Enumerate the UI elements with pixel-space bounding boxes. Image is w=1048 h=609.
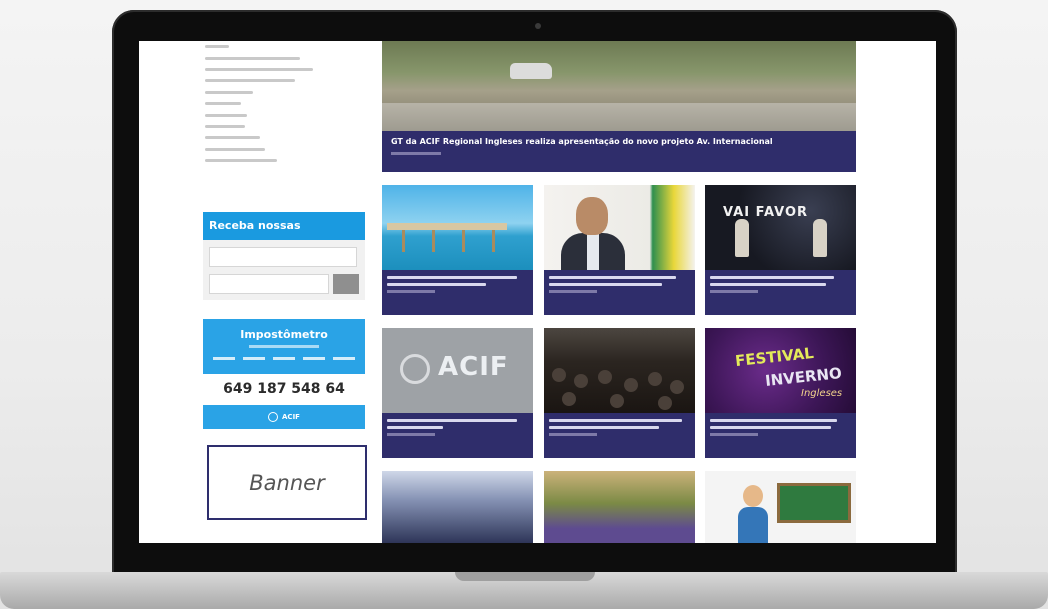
period-tab[interactable] [333, 357, 355, 360]
category-link[interactable] [205, 52, 365, 63]
card-caption [382, 270, 533, 315]
website-screen: Receba nossas novidades Impostômetro 649… [139, 41, 936, 543]
category-list [205, 41, 365, 166]
festival-script: Ingleses [801, 388, 843, 399]
category-label [205, 79, 295, 83]
card-caption [705, 413, 856, 458]
category-label [205, 136, 260, 140]
period-tab[interactable] [273, 357, 295, 360]
category-link[interactable] [205, 109, 365, 120]
festival-title: FESTIVAL [734, 343, 815, 371]
cartoon-teacher-image [705, 471, 856, 543]
category-label [205, 124, 245, 128]
impostometro-subtitle [249, 345, 319, 348]
acif-wordmark: ACIF [438, 352, 509, 382]
hero-date [391, 152, 441, 155]
period-tab[interactable] [303, 357, 325, 360]
category-link[interactable] [205, 121, 365, 132]
festival-subtitle: INVERNO [764, 364, 843, 390]
acif-emblem-icon [400, 354, 430, 384]
news-grid: GT da ACIF Regional Ingleses realiza apr… [382, 41, 856, 543]
category-label [205, 102, 241, 106]
impostometro-widget[interactable]: Impostômetro [203, 319, 365, 374]
category-label [205, 45, 229, 49]
category-link[interactable] [205, 41, 365, 52]
classroom-photo [382, 471, 533, 543]
laptop-base [0, 572, 1048, 609]
car-graphic [510, 63, 552, 79]
category-link[interactable] [205, 64, 365, 75]
category-link[interactable] [205, 75, 365, 86]
period-tab[interactable] [213, 357, 235, 360]
category-label [205, 56, 300, 60]
festival-poster: FESTIVAL INVERNO Ingleses [705, 328, 856, 413]
group-photo [544, 471, 695, 543]
pier-photo [382, 185, 533, 270]
category-label [205, 90, 253, 94]
news-card[interactable] [382, 471, 533, 543]
stage-photo: VAI FAVOR [705, 185, 856, 270]
acif-logo-icon [268, 412, 279, 422]
impostometro-counter: 649 187 548 64 [223, 381, 345, 397]
category-link[interactable] [205, 132, 365, 143]
card-caption [382, 413, 533, 458]
trackpad-notch [455, 572, 595, 581]
newsletter-email-input[interactable] [209, 247, 357, 267]
news-card[interactable]: VAI FAVOR [705, 185, 856, 315]
category-label [205, 147, 265, 151]
news-card[interactable] [544, 185, 695, 315]
category-label [205, 159, 277, 163]
category-link[interactable] [205, 87, 365, 98]
newsletter-submit-button[interactable] [333, 274, 359, 294]
category-link[interactable] [205, 144, 365, 155]
hero-caption: GT da ACIF Regional Ingleses realiza apr… [382, 131, 856, 172]
stage-text: VAI FAVOR [723, 205, 809, 220]
portrait-photo [544, 185, 695, 270]
news-card[interactable] [382, 185, 533, 315]
hero-news[interactable]: GT da ACIF Regional Ingleses realiza apr… [382, 41, 856, 172]
acif-button[interactable]: ACIF [203, 405, 365, 429]
period-tab[interactable] [243, 357, 265, 360]
news-card[interactable] [705, 471, 856, 543]
hero-image [382, 41, 856, 131]
camera-icon [535, 23, 541, 29]
category-link[interactable] [205, 98, 365, 109]
audience-photo [544, 328, 695, 413]
card-caption [705, 270, 856, 315]
newsletter-title: Receba nossas novidades [203, 212, 365, 260]
impostometro-title: Impostômetro [240, 328, 328, 341]
chalkboard-graphic [777, 483, 851, 523]
category-link[interactable] [205, 155, 365, 166]
card-caption [544, 270, 695, 315]
news-card[interactable] [544, 471, 695, 543]
card-caption [544, 413, 695, 458]
category-label [205, 67, 313, 71]
news-card[interactable] [544, 328, 695, 458]
acif-button-label: ACIF [282, 413, 300, 421]
road-graphic [382, 103, 856, 131]
newsletter-city-input[interactable] [209, 274, 329, 294]
banner-placeholder[interactable]: Banner [207, 445, 367, 520]
impostometro-periods [203, 357, 365, 360]
acif-logo-image: ACIF [382, 328, 533, 413]
hero-title: GT da ACIF Regional Ingleses realiza apr… [391, 137, 773, 146]
news-card[interactable]: FESTIVAL INVERNO Ingleses [705, 328, 856, 458]
category-label [205, 113, 247, 117]
sidebar: Receba nossas novidades Impostômetro 649… [139, 41, 369, 543]
news-card[interactable]: ACIF [382, 328, 533, 458]
newsletter-box: Receba nossas novidades [203, 212, 365, 300]
